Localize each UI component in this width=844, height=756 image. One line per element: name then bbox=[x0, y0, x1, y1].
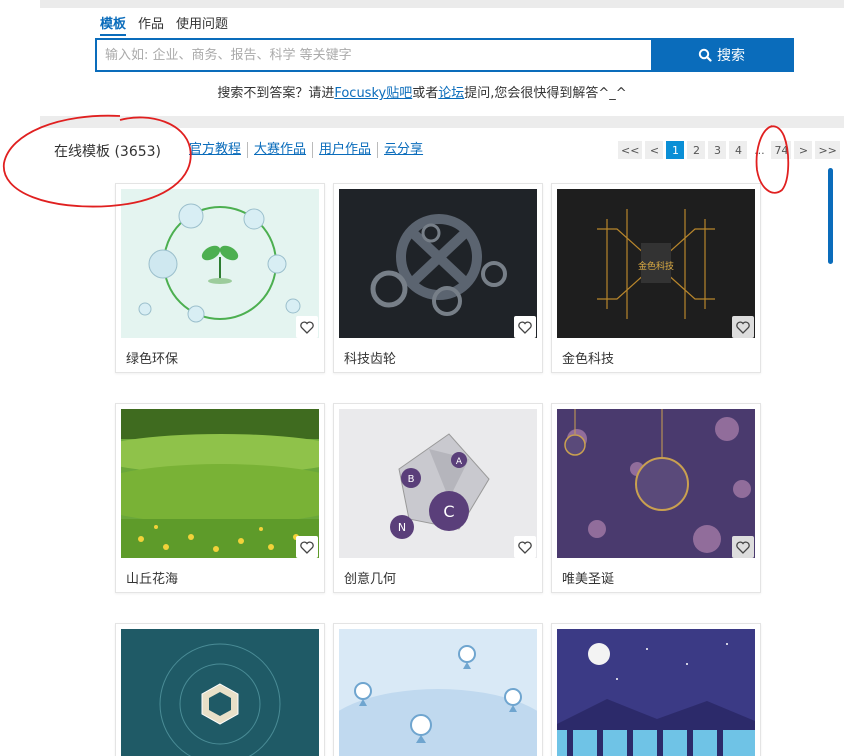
template-thumbnail[interactable] bbox=[557, 409, 755, 558]
template-title[interactable]: 唯美圣诞 bbox=[562, 568, 614, 587]
tab-templates[interactable]: 模板 bbox=[100, 16, 127, 36]
thumb-label-a: A bbox=[456, 457, 463, 467]
tab-works[interactable]: 作品 bbox=[138, 16, 164, 36]
template-card[interactable] bbox=[115, 623, 325, 756]
gears-icon bbox=[339, 189, 537, 338]
template-thumbnail[interactable] bbox=[339, 189, 537, 338]
pager-page-3[interactable]: 3 bbox=[708, 141, 727, 159]
template-title[interactable]: 山丘花海 bbox=[126, 568, 178, 587]
tieba-link[interactable]: Focusky贴吧 bbox=[334, 86, 412, 101]
pager-prev[interactable]: < bbox=[645, 141, 664, 159]
favorite-heart-icon[interactable] bbox=[732, 536, 754, 558]
favorite-heart-icon[interactable] bbox=[296, 316, 318, 338]
favorite-heart-icon[interactable] bbox=[514, 316, 536, 338]
search-tabs: 模板 作品 使用问题 bbox=[100, 16, 240, 36]
search-button-label: 搜索 bbox=[717, 48, 745, 64]
category-cloud-share[interactable]: 云分享 bbox=[377, 142, 429, 158]
golden-circuit-icon: 金色科技 bbox=[557, 189, 755, 338]
template-thumbnail[interactable] bbox=[121, 629, 319, 756]
favorite-heart-icon[interactable] bbox=[514, 536, 536, 558]
template-title[interactable]: 金色科技 bbox=[562, 348, 614, 367]
favorite-heart-icon[interactable] bbox=[296, 536, 318, 558]
template-card[interactable]: A B C N 创意几何 bbox=[333, 403, 543, 593]
help-middle: 或者 bbox=[412, 86, 439, 101]
tech-hexagon-icon bbox=[121, 629, 319, 756]
map-pins-icon bbox=[339, 629, 537, 756]
template-title[interactable]: 科技齿轮 bbox=[344, 348, 396, 367]
template-card[interactable] bbox=[333, 623, 543, 756]
template-card[interactable]: 科技齿轮 bbox=[333, 183, 543, 373]
template-thumbnail[interactable]: 金色科技 bbox=[557, 189, 755, 338]
thumb-label-b: B bbox=[408, 474, 415, 485]
hill-flowers-icon bbox=[121, 409, 319, 558]
category-links: 官方教程 大赛作品 用户作品 云分享 bbox=[189, 142, 429, 158]
pager-page-4[interactable]: 4 bbox=[729, 141, 748, 159]
template-thumbnail[interactable] bbox=[339, 629, 537, 756]
pager-first[interactable]: << bbox=[618, 141, 643, 159]
pager-page-1[interactable]: 1 bbox=[666, 141, 685, 159]
template-card[interactable]: 山丘花海 bbox=[115, 403, 325, 593]
template-title[interactable]: 创意几何 bbox=[344, 568, 396, 587]
template-thumbnail[interactable] bbox=[121, 409, 319, 558]
help-prefix: 搜索不到答案？请进 bbox=[217, 86, 335, 101]
pager-page-2[interactable]: 2 bbox=[687, 141, 706, 159]
help-line: 搜索不到答案？请进Focusky贴吧或者论坛提问,您会很快得到解答^_^ bbox=[0, 82, 844, 101]
template-title[interactable]: 绿色环保 bbox=[126, 348, 178, 367]
geometry-icon: A B C N bbox=[339, 409, 537, 558]
search-icon bbox=[698, 48, 712, 62]
template-card[interactable]: 唯美圣诞 bbox=[551, 403, 761, 593]
category-contest-works[interactable]: 大赛作品 bbox=[247, 142, 312, 158]
thumb-label: 金色科技 bbox=[638, 260, 674, 272]
help-suffix: 提问,您会很快得到解答^_^ bbox=[464, 86, 627, 101]
search-input[interactable] bbox=[97, 40, 651, 70]
template-card[interactable] bbox=[551, 623, 761, 756]
scrollbar-thumb[interactable] bbox=[828, 168, 833, 264]
thumb-label-n: N bbox=[398, 521, 406, 534]
section-title: 在线模板 (3653) bbox=[54, 144, 162, 160]
pager-last-page[interactable]: 74 bbox=[771, 141, 792, 159]
template-thumbnail[interactable]: A B C N bbox=[339, 409, 537, 558]
pager-next[interactable]: > bbox=[794, 141, 813, 159]
pager-end[interactable]: >> bbox=[815, 141, 840, 159]
pager-ellipsis: ... bbox=[754, 143, 765, 157]
night-bridge-icon bbox=[557, 629, 755, 756]
search-box: 搜索 bbox=[95, 38, 794, 72]
tab-usage-questions[interactable]: 使用问题 bbox=[176, 16, 228, 36]
leaf-bubbles-icon bbox=[121, 189, 319, 338]
forum-link[interactable]: 论坛 bbox=[438, 86, 464, 101]
template-thumbnail[interactable] bbox=[557, 629, 755, 756]
category-user-works[interactable]: 用户作品 bbox=[312, 142, 377, 158]
favorite-heart-icon[interactable] bbox=[732, 316, 754, 338]
thumb-label-c: C bbox=[443, 502, 454, 521]
top-strip bbox=[40, 0, 844, 8]
template-card[interactable]: 绿色环保 bbox=[115, 183, 325, 373]
section-divider bbox=[40, 116, 844, 128]
christmas-ornaments-icon bbox=[557, 409, 755, 558]
category-official-tutorials[interactable]: 官方教程 bbox=[189, 142, 247, 158]
search-button[interactable]: 搜索 bbox=[651, 40, 792, 70]
template-card[interactable]: 金色科技 金色科技 bbox=[551, 183, 761, 373]
template-thumbnail[interactable] bbox=[121, 189, 319, 338]
pagination: << < 1 2 3 4 ... 74 > >> bbox=[618, 141, 840, 159]
